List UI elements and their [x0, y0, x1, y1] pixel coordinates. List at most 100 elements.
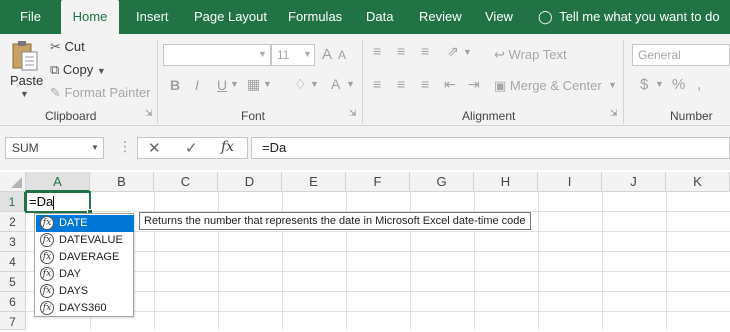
gridline — [538, 192, 539, 330]
cut-label: Cut — [64, 39, 85, 54]
column-header-b[interactable]: B — [90, 172, 154, 192]
column-header-d[interactable]: D — [218, 172, 282, 192]
underline-button[interactable]: U — [217, 77, 227, 93]
scissors-icon: ✂ — [50, 39, 61, 54]
cancel-icon[interactable]: ✕ — [148, 139, 161, 157]
select-all-corner[interactable] — [0, 172, 26, 192]
row-header-5[interactable]: 5 — [0, 272, 26, 292]
name-box-dropdown-icon[interactable]: ▼ — [91, 143, 99, 152]
tab-formulas[interactable]: Formulas — [288, 0, 342, 34]
column-header-c[interactable]: C — [154, 172, 218, 192]
autocomplete-item[interactable]: fx DATEVALUE — [36, 232, 134, 249]
chevron-down-icon[interactable]: ▼ — [263, 79, 272, 89]
insert-function-icon[interactable]: fx — [221, 139, 234, 155]
alignment-dialog-launcher-icon[interactable]: ⇲ — [610, 108, 618, 119]
chevron-down-icon[interactable]: ▼ — [303, 49, 312, 59]
wrap-text-icon: ↩ — [494, 47, 505, 62]
row-header-1[interactable]: 1 — [0, 192, 26, 212]
row-header-6[interactable]: 6 — [0, 292, 26, 312]
ribbon-tab-bar: File Home Insert Page Layout Formulas Da… — [0, 0, 730, 34]
percent-button[interactable]: % — [672, 76, 685, 93]
tab-review[interactable]: Review — [419, 0, 462, 34]
formula-input[interactable]: =Da — [251, 137, 730, 159]
tab-insert[interactable]: Insert — [136, 0, 169, 34]
align-left-icon[interactable]: ≡ — [373, 76, 381, 92]
orientation-icon[interactable]: ⇗ — [447, 43, 459, 60]
number-format-select[interactable]: General — [632, 44, 730, 66]
autocomplete-item[interactable]: fx DATE — [36, 215, 134, 232]
cut-button[interactable]: ✂ Cut — [50, 39, 85, 55]
font-color-icon[interactable]: A — [331, 76, 340, 92]
shrink-font-icon[interactable]: A — [338, 48, 346, 62]
top-align-icon[interactable]: ≡ — [373, 43, 381, 59]
row-header-7[interactable]: 7 — [0, 312, 26, 330]
chevron-down-icon[interactable]: ▼ — [310, 79, 319, 89]
tab-file[interactable]: File — [20, 0, 41, 34]
format-painter-button[interactable]: ✎ Format Painter — [50, 85, 151, 101]
function-icon: fx — [40, 301, 54, 315]
comma-style-icon[interactable]: , — [697, 76, 701, 93]
font-group-label: Font — [241, 109, 266, 123]
column-header-e[interactable]: E — [282, 172, 346, 192]
fill-color-icon[interactable]: ♢ — [294, 76, 307, 93]
function-icon: fx — [40, 284, 54, 298]
tab-home[interactable]: Home — [61, 0, 119, 34]
font-name-select[interactable] — [163, 44, 271, 66]
tab-view[interactable]: View — [485, 0, 513, 34]
column-header-f[interactable]: F — [346, 172, 410, 192]
autocomplete-item[interactable]: fx DAYS360 — [36, 300, 134, 317]
paste-dropdown-icon[interactable]: ▼ — [20, 89, 29, 99]
number-group-label: Number — [670, 109, 713, 123]
chevron-down-icon[interactable]: ▼ — [346, 79, 355, 89]
column-header-j[interactable]: J — [602, 172, 666, 192]
enter-checkmark-icon[interactable]: ✓ — [185, 139, 198, 157]
column-header-h[interactable]: H — [474, 172, 538, 192]
autocomplete-item-label: DAYS360 — [59, 302, 107, 314]
align-right-icon[interactable]: ≡ — [421, 76, 429, 92]
row-header-4[interactable]: 4 — [0, 252, 26, 272]
italic-button[interactable]: I — [195, 77, 199, 93]
chevron-down-icon[interactable]: ▼ — [608, 80, 617, 90]
merge-center-button[interactable]: ▣ Merge & Center — [494, 78, 602, 94]
ribbon-home — [0, 34, 730, 126]
middle-align-icon[interactable]: ≡ — [397, 43, 405, 59]
active-cell-a1[interactable]: =Da — [25, 191, 91, 213]
column-header-g[interactable]: G — [410, 172, 474, 192]
copy-icon: ⧉ — [50, 62, 60, 77]
increase-indent-icon[interactable]: ⇥ — [468, 76, 480, 93]
grow-font-icon[interactable]: A — [322, 46, 332, 63]
borders-icon[interactable]: ▦ — [247, 76, 260, 93]
chevron-down-icon[interactable]: ▼ — [655, 79, 664, 89]
tell-me-box[interactable]: ◯ Tell me what you want to do — [538, 0, 720, 34]
autocomplete-item-label: DAYS — [59, 285, 89, 297]
chevron-down-icon[interactable]: ▼ — [463, 47, 472, 57]
row-header-2[interactable]: 2 — [0, 212, 26, 232]
paste-button[interactable]: Paste — [10, 73, 43, 88]
decrease-indent-icon[interactable]: ⇤ — [444, 76, 456, 93]
wrap-text-button[interactable]: ↩ Wrap Text — [494, 47, 567, 63]
row-header-3[interactable]: 3 — [0, 232, 26, 252]
name-box[interactable]: SUM — [5, 137, 104, 159]
tab-data[interactable]: Data — [366, 0, 393, 34]
chevron-down-icon[interactable]: ▼ — [258, 49, 267, 59]
copy-dropdown-icon[interactable]: ▼ — [97, 66, 106, 76]
bottom-align-icon[interactable]: ≡ — [421, 43, 429, 59]
autocomplete-item[interactable]: fx DAYS — [36, 283, 134, 300]
column-header-i[interactable]: I — [538, 172, 602, 192]
clipboard-dialog-launcher-icon[interactable]: ⇲ — [145, 108, 153, 119]
copy-button[interactable]: ⧉ Copy ▼ — [50, 62, 106, 78]
align-center-icon[interactable]: ≡ — [397, 76, 405, 92]
paste-icon[interactable] — [10, 40, 40, 72]
chevron-down-icon[interactable]: ▼ — [230, 79, 239, 89]
group-separator — [362, 40, 363, 124]
tab-page-layout[interactable]: Page Layout — [194, 0, 267, 34]
column-header-k[interactable]: K — [666, 172, 730, 192]
format-painter-label: Format Painter — [64, 85, 151, 100]
copy-label: Copy — [62, 62, 94, 77]
currency-button[interactable]: $ — [640, 76, 648, 93]
autocomplete-item[interactable]: fx DAY — [36, 266, 134, 283]
bold-button[interactable]: B — [170, 77, 180, 93]
column-header-a[interactable]: A — [26, 172, 90, 192]
font-dialog-launcher-icon[interactable]: ⇲ — [349, 108, 357, 119]
autocomplete-item[interactable]: fx DAVERAGE — [36, 249, 134, 266]
